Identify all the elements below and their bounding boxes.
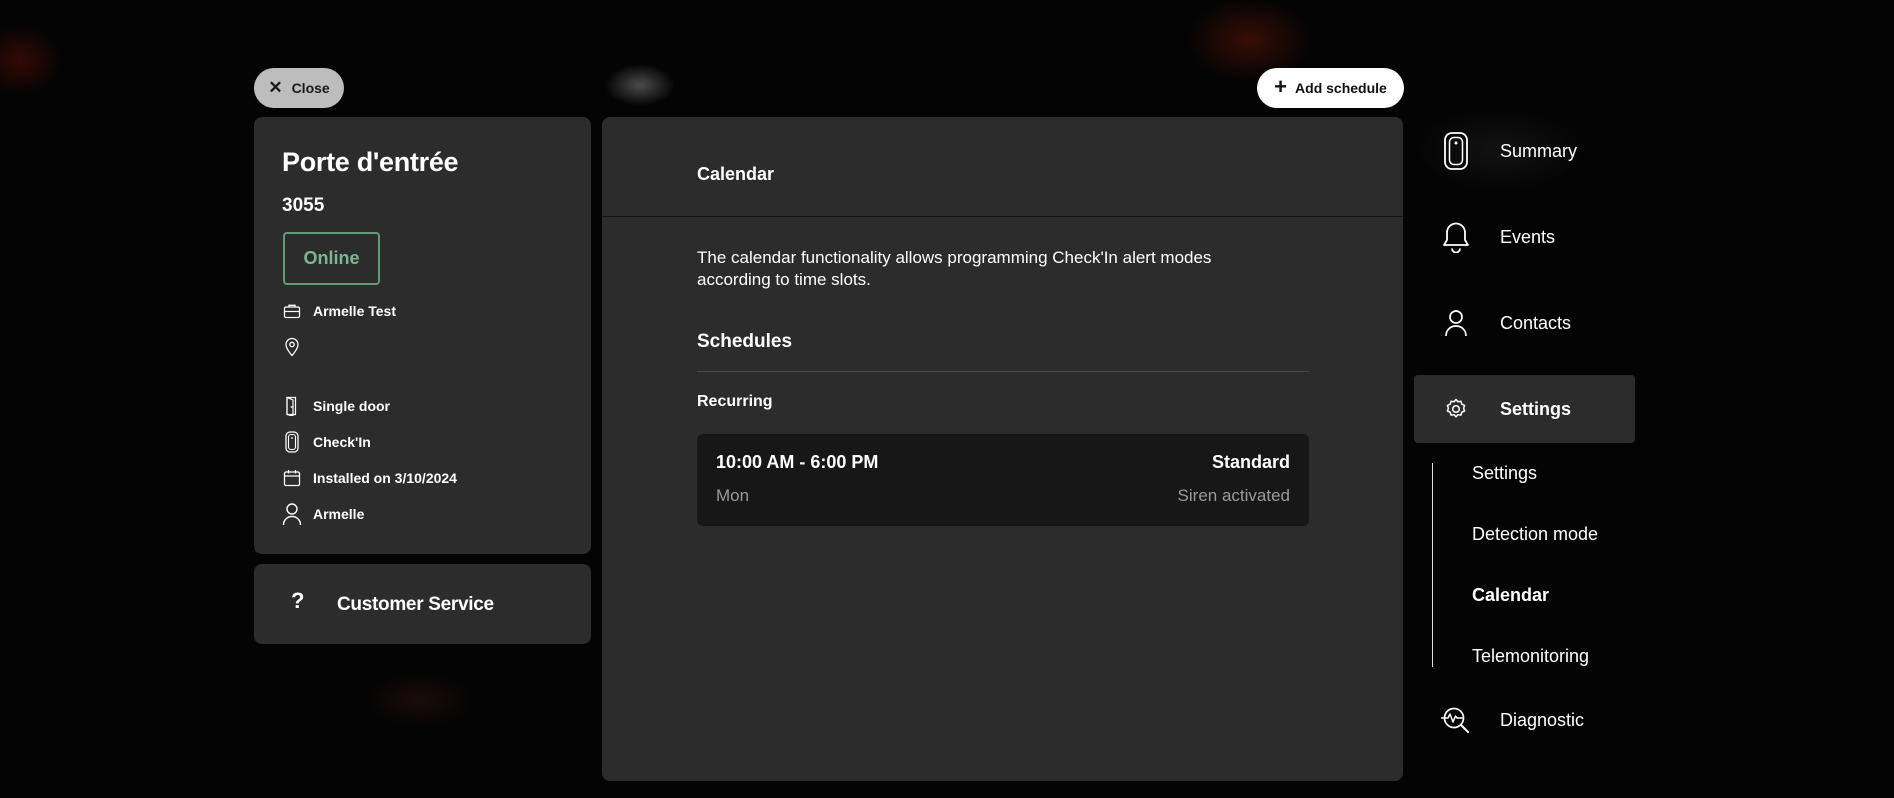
nav-label-events: Events bbox=[1500, 226, 1556, 247]
calendar-description: The calendar functionality allows progra… bbox=[697, 248, 1212, 289]
schedule-days: Mon bbox=[716, 486, 750, 505]
briefcase-icon bbox=[282, 300, 302, 322]
page-title: Calendar bbox=[697, 164, 775, 184]
door-type-row: Single door bbox=[282, 395, 390, 417]
nav-label-contacts: Contacts bbox=[1500, 312, 1572, 333]
recurring-heading: Recurring bbox=[697, 393, 773, 410]
installer-row: Armelle bbox=[282, 503, 365, 526]
door-type-label: Single door bbox=[313, 398, 390, 414]
customer-service-label: Customer Service bbox=[337, 594, 494, 615]
location-pin-icon bbox=[282, 336, 302, 358]
schedule-time: 10:00 AM - 6:00 PM bbox=[716, 452, 879, 472]
schedule-mode: Standard bbox=[1211, 452, 1290, 472]
door-icon bbox=[282, 395, 302, 417]
owner-row: Armelle Test bbox=[282, 300, 396, 322]
device-info-card: Porte d'entrée 3055 Online Armelle Test … bbox=[254, 117, 591, 554]
gear-icon bbox=[1434, 397, 1478, 421]
subnav-item-calendar[interactable]: Calendar bbox=[1472, 585, 1549, 606]
divider bbox=[697, 371, 1309, 372]
nav-label-settings: Settings bbox=[1500, 398, 1572, 419]
question-icon: ? bbox=[291, 588, 305, 613]
device-id: 3055 bbox=[282, 195, 325, 216]
product-row: Check'In bbox=[282, 431, 371, 453]
close-button[interactable]: ✕ Close bbox=[254, 68, 344, 108]
nav-item-diagnostic[interactable]: Diagnostic bbox=[1414, 686, 1635, 754]
person-icon bbox=[1434, 309, 1478, 337]
add-schedule-button[interactable]: + Add schedule bbox=[1257, 68, 1404, 108]
installed-row: Installed on 3/10/2024 bbox=[282, 467, 457, 489]
subnav-item-settings[interactable]: Settings bbox=[1472, 463, 1537, 484]
calendar-panel: Calendar The calendar functionality allo… bbox=[602, 117, 1403, 781]
nav-item-contacts[interactable]: Contacts bbox=[1414, 289, 1635, 357]
schedule-card[interactable]: 10:00 AM - 6:00 PM Standard Mon Siren ac… bbox=[697, 434, 1309, 526]
schedules-heading: Schedules bbox=[697, 331, 793, 352]
nav-label-diagnostic: Diagnostic bbox=[1500, 709, 1585, 730]
nav-item-summary[interactable]: Summary bbox=[1414, 117, 1635, 185]
plus-icon: + bbox=[1274, 74, 1288, 99]
customer-service-button[interactable]: ? Customer Service bbox=[254, 564, 591, 644]
close-label: Close bbox=[291, 80, 330, 96]
nav-item-events[interactable]: Events bbox=[1414, 203, 1635, 271]
owner-label: Armelle Test bbox=[313, 303, 396, 319]
diagnostic-icon bbox=[1434, 706, 1478, 734]
installed-label: Installed on 3/10/2024 bbox=[313, 470, 457, 486]
device-icon bbox=[282, 431, 302, 453]
nav-item-settings[interactable]: Settings bbox=[1414, 375, 1635, 443]
add-schedule-label: Add schedule bbox=[1295, 80, 1387, 96]
subnav-indicator-line bbox=[1432, 463, 1433, 667]
installer-label: Armelle bbox=[313, 506, 365, 522]
panel-header: Calendar bbox=[602, 117, 1403, 217]
address-row bbox=[282, 336, 313, 358]
schedule-detail: Siren activated bbox=[1177, 486, 1290, 505]
calendar-icon bbox=[282, 467, 302, 489]
subnav-item-telemonitoring[interactable]: Telemonitoring bbox=[1472, 646, 1589, 667]
status-badge: Online bbox=[283, 232, 380, 285]
bell-icon bbox=[1434, 221, 1478, 253]
subnav-item-detection-mode[interactable]: Detection mode bbox=[1472, 524, 1598, 545]
product-label: Check'In bbox=[313, 434, 371, 450]
device-icon bbox=[1434, 131, 1478, 171]
device-name: Porte d'entrée bbox=[282, 147, 459, 177]
nav-label-summary: Summary bbox=[1500, 140, 1578, 161]
close-icon: ✕ bbox=[268, 78, 283, 97]
person-icon bbox=[282, 503, 302, 526]
